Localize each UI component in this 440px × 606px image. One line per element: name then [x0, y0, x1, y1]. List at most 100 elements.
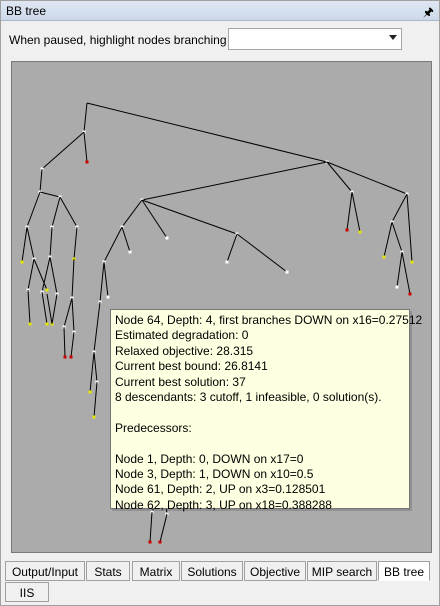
tree-edge: [103, 226, 123, 263]
tab-bb-tree[interactable]: BB tree: [378, 561, 430, 581]
tree-node[interactable]: [165, 236, 169, 240]
tree-edge: [89, 351, 95, 393]
highlight-branching-select[interactable]: [228, 28, 402, 50]
tree-edge: [83, 131, 88, 163]
tree-node[interactable]: [148, 540, 152, 544]
tree-edge: [21, 226, 28, 263]
tree-edge: [93, 351, 98, 383]
tree-edge: [141, 199, 238, 235]
tooltip-line: Node 62, Depth: 3, UP on x18=0.388288: [115, 497, 332, 512]
highlight-label: When paused, highlight nodes branching o…: [9, 33, 244, 47]
node-tooltip: Node 64, Depth: 4, first branches DOWN o…: [110, 309, 423, 512]
tree-node[interactable]: [85, 160, 89, 164]
tree-edge: [39, 168, 43, 193]
tree-edge: [401, 251, 411, 295]
tree-edge: [141, 161, 328, 201]
tree-edge: [26, 191, 41, 228]
tree-edge: [70, 331, 75, 358]
tree-edge: [27, 289, 31, 325]
tooltip-line: Node 3, Depth: 1, DOWN on x10=0.5: [115, 467, 314, 482]
tree-node[interactable]: [358, 230, 362, 234]
tree-node[interactable]: [28, 322, 32, 326]
tree-edge: [46, 293, 53, 325]
tree-edge: [71, 297, 75, 333]
tree-edge: [51, 293, 58, 325]
tree-node[interactable]: [45, 322, 49, 326]
tree-edge: [63, 297, 73, 328]
tree-edge: [63, 326, 66, 358]
tree-node[interactable]: [382, 255, 386, 259]
tree-node[interactable]: [88, 390, 92, 394]
tooltip-line: Current best solution: 37: [115, 374, 246, 389]
tree-edge: [121, 226, 131, 253]
tree-edge: [93, 381, 98, 418]
tooltip-line: Predecessors:: [115, 420, 192, 435]
bottom-tab-bar: Output/Input Stats Matrix Solutions Objectiv…: [5, 561, 437, 603]
tree-node[interactable]: [63, 355, 67, 359]
tree-edge: [391, 221, 403, 253]
tree-edge: [103, 261, 109, 298]
tree-edge: [26, 226, 35, 260]
tooltip-line: Node 1, Depth: 0, DOWN on x17=0: [115, 451, 304, 466]
tab-iis[interactable]: IIS: [5, 582, 49, 602]
tree-edge: [27, 258, 35, 291]
tree-node[interactable]: [408, 292, 412, 296]
tab-mip-search[interactable]: MIP search: [307, 561, 377, 581]
tree-edge: [51, 196, 61, 228]
tooltip-line: Node 64, Depth: 4, first branches DOWN o…: [115, 313, 423, 327]
tree-edge: [39, 191, 61, 198]
tree-edge: [86, 102, 328, 163]
tree-edge: [159, 513, 168, 543]
tree-node[interactable]: [20, 260, 24, 264]
tree-edge: [141, 199, 168, 239]
tree-edge: [383, 221, 393, 258]
tree-node[interactable]: [106, 295, 110, 299]
tooltip-line: 8 descendants: 3 cutoff, 1 infeasible, 0…: [115, 390, 382, 405]
tree-edge: [226, 233, 238, 263]
tree-node[interactable]: [158, 540, 162, 544]
tree-edge: [59, 196, 78, 228]
tab-stats[interactable]: Stats: [86, 561, 130, 581]
tooltip-line: Estimated degradation: 0: [115, 328, 249, 343]
tooltip-line: Node 61, Depth: 2, UP on x3=0.128501: [115, 482, 326, 497]
tooltip-line: [115, 405, 405, 420]
tree-node[interactable]: [395, 285, 399, 289]
chevron-down-icon[interactable]: [389, 35, 397, 40]
tree-edge: [121, 199, 143, 228]
tree-node[interactable]: [92, 415, 96, 419]
tree-edge: [346, 191, 353, 231]
tree-edge: [149, 511, 153, 543]
tree-edge: [406, 193, 413, 263]
tree-edge: [49, 256, 58, 295]
tree-edge: [71, 258, 75, 299]
tree-node[interactable]: [410, 260, 414, 264]
tree-node[interactable]: [69, 355, 73, 359]
tree-edge: [33, 258, 48, 291]
pin-icon[interactable]: 🖈: [423, 3, 434, 24]
tree-node[interactable]: [345, 228, 349, 232]
tree-edge: [73, 226, 78, 260]
panel-titlebar: BB tree 🖈: [1, 1, 439, 21]
bb-tree-canvas[interactable]: Node 64, Depth: 4, first branches DOWN o…: [11, 61, 432, 553]
tab-output-input[interactable]: Output/Input: [5, 561, 85, 581]
tree-edge: [41, 131, 85, 170]
tree-edge: [41, 291, 48, 325]
tree-node[interactable]: [45, 288, 49, 292]
tree-edge: [49, 226, 53, 258]
tab-objective[interactable]: Objective: [244, 561, 306, 581]
tooltip-line: Current best bound: 26.8141: [115, 359, 268, 374]
tree-edge: [93, 301, 101, 353]
tree-edge: [99, 261, 105, 303]
tree-edge: [391, 193, 408, 223]
tree-node[interactable]: [225, 260, 229, 264]
tree-node[interactable]: [285, 270, 289, 274]
tree-edge: [236, 233, 288, 273]
tree-edge: [351, 191, 361, 233]
tab-matrix[interactable]: Matrix: [132, 561, 180, 581]
tree-edge: [396, 251, 403, 288]
tree-edge: [326, 161, 408, 195]
tab-solutions[interactable]: Solutions: [181, 561, 243, 581]
tooltip-line: Relaxed objective: 28.315: [115, 343, 254, 358]
tooltip-line: [115, 436, 405, 451]
tree-node[interactable]: [128, 250, 132, 254]
